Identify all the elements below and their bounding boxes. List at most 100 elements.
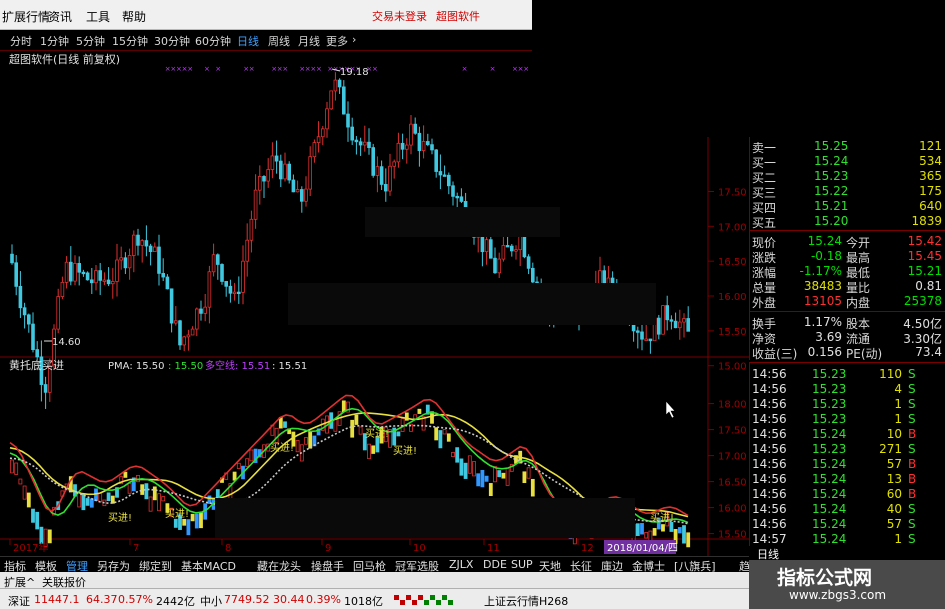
date-label: 9 xyxy=(325,543,331,554)
tick-row: 14:56 15.23 1 S xyxy=(750,397,945,412)
menu-news[interactable]: 资讯 xyxy=(48,8,72,25)
indicator-bar xyxy=(89,498,94,508)
indicator-bar xyxy=(194,513,199,529)
tf-30min[interactable]: 30分钟 xyxy=(154,33,190,49)
candle-body xyxy=(421,141,426,151)
candle-body xyxy=(459,196,464,202)
tf-intraday[interactable]: 分时 xyxy=(10,33,32,49)
tick-time: 14:56 xyxy=(752,517,787,531)
indicator-tick-label: 16.00 xyxy=(718,504,747,515)
tick-side: S xyxy=(908,517,916,531)
candle-body xyxy=(236,291,241,294)
candle-body xyxy=(10,253,14,264)
order-book-row[interactable]: 买三 15.22 175 xyxy=(750,184,945,200)
low-price-label: 14.60 xyxy=(52,337,81,348)
indicator-tick-label: 18.00 xyxy=(718,400,747,411)
tick-side: B xyxy=(908,427,917,441)
indicator-bar xyxy=(467,455,472,474)
order-price: 15.25 xyxy=(814,139,849,153)
stat-label: 外盘 xyxy=(752,296,777,310)
indicator-bar xyxy=(371,445,376,454)
fundamental-value: 73.4 xyxy=(915,345,942,359)
indicator-tick-label: 15.50 xyxy=(718,530,747,541)
candle-body xyxy=(657,317,661,335)
buy-signal-label: 买进! xyxy=(365,428,389,440)
tick-time: 14:56 xyxy=(752,382,787,396)
order-book-row[interactable]: 买五 15.20 1839 xyxy=(750,214,945,230)
tick-time: 14:56 xyxy=(752,487,787,501)
indicator-tab[interactable]: SUP xyxy=(511,558,533,571)
chart-title: 超图软件(日线 前复权) xyxy=(9,52,120,66)
quote-panel: 卖一 15.25 121 买一 15.24 534 买二 15.23 365 买三 15.22 175… xyxy=(749,137,945,361)
indicator-bar xyxy=(442,429,447,435)
candle-body xyxy=(505,245,510,248)
tick-time: 14:56 xyxy=(752,367,787,381)
indicator-tab[interactable]: DDE xyxy=(483,558,507,571)
candle-body xyxy=(644,338,648,341)
menu-help[interactable]: 帮助 xyxy=(122,8,146,25)
order-book-row[interactable]: 买四 15.21 640 xyxy=(750,199,945,215)
indicator-bar xyxy=(350,419,355,438)
order-book-row[interactable]: 买二 15.23 365 xyxy=(750,169,945,185)
menu-extended-quotes[interactable]: 扩展行情 xyxy=(2,8,50,25)
indicator-tab[interactable]: ZJLX xyxy=(449,558,473,571)
chevron-right-icon[interactable]: › xyxy=(352,33,356,46)
indicator-bar xyxy=(199,512,203,529)
candle-body xyxy=(278,160,283,180)
tf-monthly[interactable]: 月线 xyxy=(298,33,320,49)
tick-row: 14:56 15.24 60 B xyxy=(750,487,945,502)
candle-body xyxy=(312,142,317,158)
tf-weekly[interactable]: 周线 xyxy=(268,33,290,49)
candle-body xyxy=(673,320,678,329)
indicator-bar xyxy=(488,483,493,497)
watermark-url: www.zbgs3.com xyxy=(789,588,887,602)
trade-login-warning[interactable]: 交易未登录 xyxy=(372,8,427,24)
indicator-bar xyxy=(451,452,455,458)
indicator-bar xyxy=(18,478,23,485)
candle-body xyxy=(85,272,90,281)
tf-1min[interactable]: 1分钟 xyxy=(40,33,69,49)
candle-body xyxy=(131,234,136,256)
candle-body xyxy=(69,261,73,282)
candle-body xyxy=(178,320,182,346)
candle-body xyxy=(182,336,187,346)
candle-body xyxy=(531,267,535,283)
tf-daily[interactable]: 日线 xyxy=(237,33,259,49)
menu-tools[interactable]: 工具 xyxy=(86,8,110,25)
indicator-bar xyxy=(484,475,489,482)
indicator-bar xyxy=(127,483,132,494)
order-level-label: 买五 xyxy=(752,216,777,230)
indicator-bar xyxy=(186,519,191,536)
order-book-row[interactable]: 卖一 15.25 121 xyxy=(750,139,945,155)
tick-side: S xyxy=(908,502,916,516)
price-tick-label: 16.50 xyxy=(718,257,747,268)
tick-time: 14:56 xyxy=(752,397,787,411)
tick-volume: 10 xyxy=(886,427,902,441)
tick-row: 14:56 15.24 13 B xyxy=(750,472,945,487)
candle-body xyxy=(371,147,375,176)
tf-5min[interactable]: 5分钟 xyxy=(76,33,105,49)
tf-more[interactable]: 更多 xyxy=(326,33,348,49)
order-book-row[interactable]: 买一 15.24 534 xyxy=(750,154,945,170)
tick-side: B xyxy=(908,472,917,486)
tick-price: 15.24 xyxy=(812,517,847,531)
tick-list: 14:56 15.23 110 S 14:56 15.23 4 S 14:56 15.23 1 S 14… xyxy=(749,362,945,546)
tf-15min[interactable]: 15分钟 xyxy=(112,33,148,49)
tick-row: 14:56 15.24 10 B xyxy=(750,427,945,442)
signal-mark: × xyxy=(490,65,496,73)
server-status[interactable]: 上证云行情H268 xyxy=(484,593,568,609)
stat-value: 25378 xyxy=(903,294,942,308)
indicator-bar xyxy=(35,511,40,530)
indicator-bar xyxy=(505,467,510,486)
quote-stat-row: 涨跌 -0.18 最高 15.45 xyxy=(750,249,945,265)
tick-side: S xyxy=(908,397,916,411)
tick-volume: 13 xyxy=(886,472,902,486)
candle-body xyxy=(341,86,346,115)
candle-body xyxy=(526,256,531,269)
order-volume: 175 xyxy=(919,184,942,198)
tf-60min[interactable]: 60分钟 xyxy=(195,33,231,49)
stock-name-link[interactable]: 超图软件 xyxy=(436,8,480,24)
indicator-bar xyxy=(232,471,237,481)
candle-body xyxy=(665,305,669,321)
indicator-bar xyxy=(459,458,464,476)
